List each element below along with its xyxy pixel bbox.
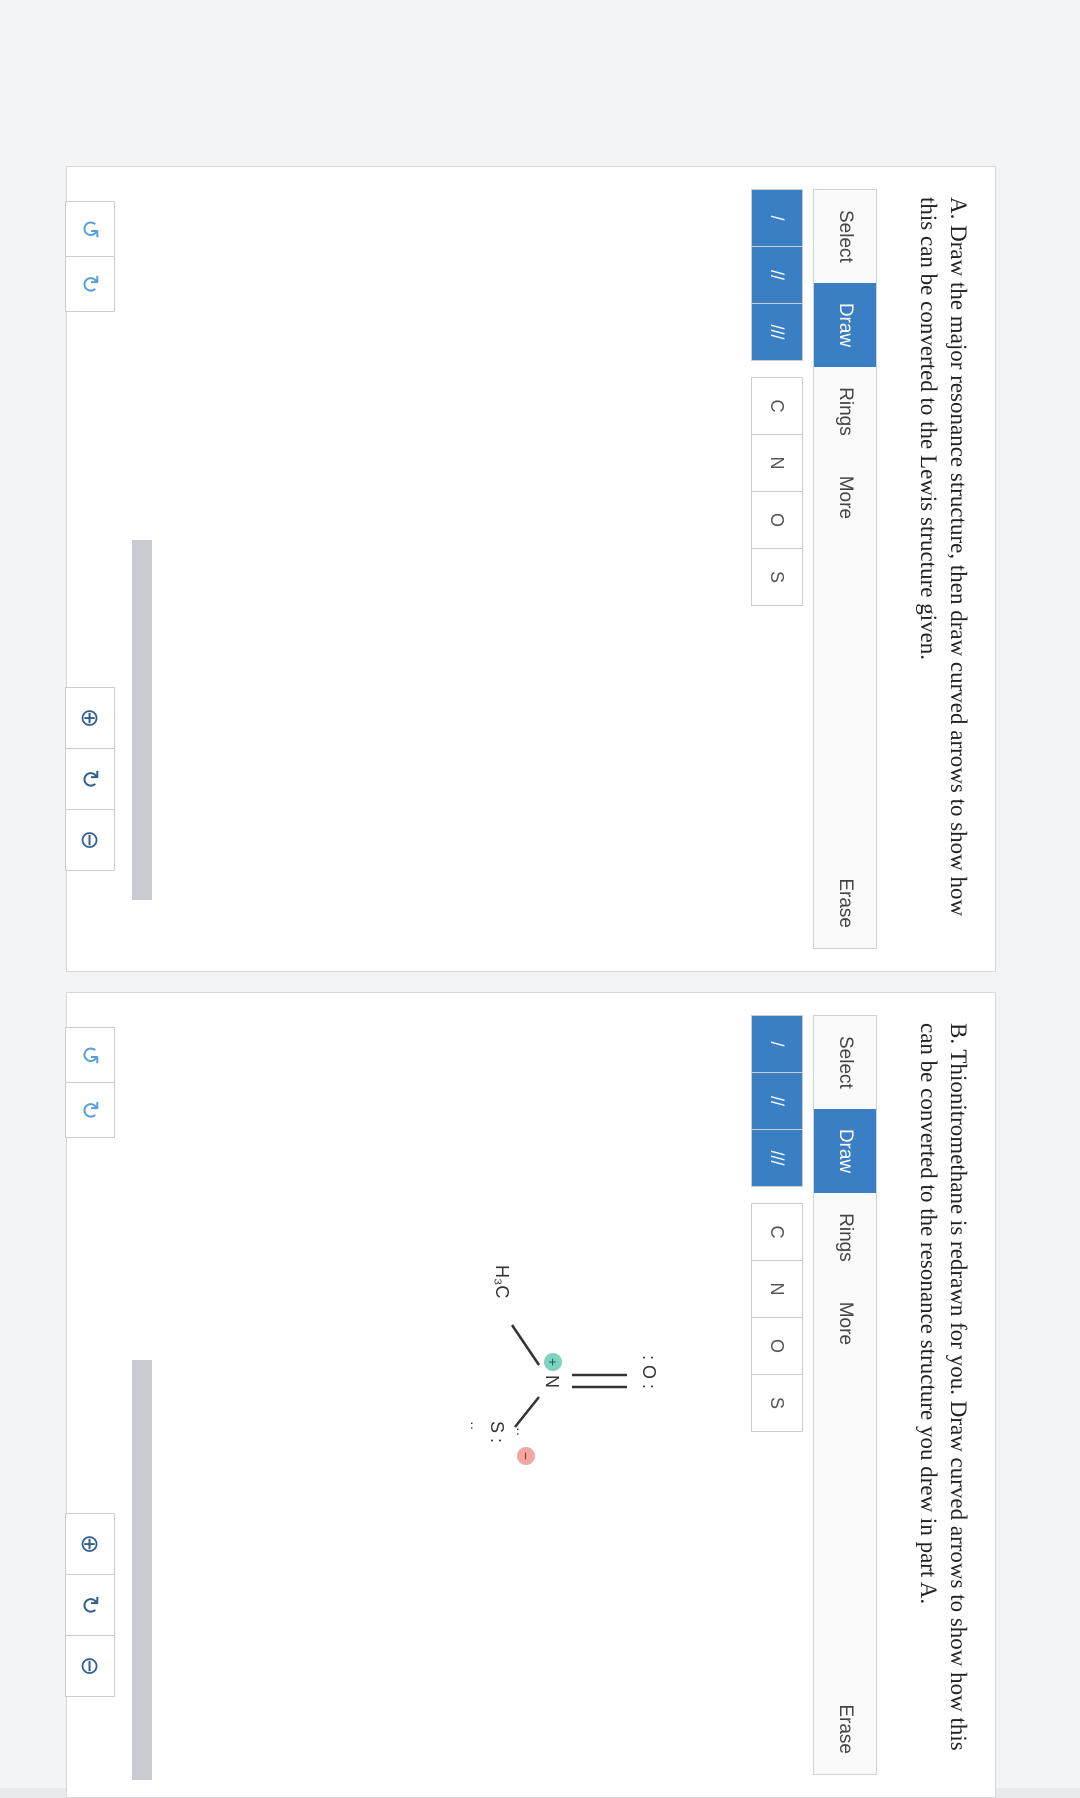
tab-rings[interactable]: Rings (814, 1193, 876, 1282)
atom-c-button[interactable]: C (751, 377, 803, 435)
methyl-group[interactable]: H₃C (491, 1265, 512, 1298)
atom-o-button[interactable]: O (751, 491, 803, 549)
tab-more[interactable]: More (814, 1282, 876, 1365)
positive-charge-badge: + (544, 1353, 562, 1371)
atom-n-button[interactable]: N (751, 1260, 803, 1318)
triple-bond-button[interactable]: /// (751, 1129, 803, 1187)
zoom-in-icon[interactable]: ⊕ (65, 1513, 115, 1575)
zoom-group-b: ⊕ ↻ ⊖ (65, 1513, 115, 1697)
question-b-text: B. Thionitromethane is redrawn for you. … (916, 1023, 971, 1751)
n-ch3-bond (510, 1324, 541, 1366)
thionitromethane-structure[interactable]: : O : + N H₃C ·· − S : ·· (357, 1165, 717, 1465)
atom-button-group: C N O S (749, 377, 803, 606)
atom-button-group: C N O S (749, 1203, 803, 1432)
sulfur-lone-pair-bottom: ·· (465, 1421, 481, 1431)
horizontal-scrollbar-b[interactable] (132, 1360, 152, 1780)
bond-button-group: / // /// (749, 189, 803, 361)
zoom-reset-icon[interactable]: ↻ (65, 748, 115, 810)
toolbar-b: Select Draw Rings More Erase (813, 1015, 877, 1775)
undo-redo-group-a: ↺ ↻ (65, 201, 115, 312)
tab-select[interactable]: Select (814, 190, 876, 283)
single-bond-button[interactable]: / (751, 1015, 803, 1073)
tab-draw[interactable]: Draw (814, 282, 876, 368)
triple-bond-button[interactable]: /// (751, 303, 803, 361)
bond-button-group: / // /// (749, 1015, 803, 1187)
bond-lines (510, 1324, 627, 1428)
tab-rings[interactable]: Rings (814, 367, 876, 456)
zoom-in-icon[interactable]: ⊕ (65, 687, 115, 749)
horizontal-scrollbar-a[interactable] (132, 540, 152, 900)
atom-o-button[interactable]: O (751, 1317, 803, 1375)
drawing-canvas-b[interactable]: : O : + N H₃C ·· − S : ·· (87, 1015, 737, 1775)
redo-icon[interactable]: ↻ (65, 256, 115, 312)
double-bond-button[interactable]: // (751, 246, 803, 304)
zoom-reset-icon[interactable]: ↻ (65, 1574, 115, 1636)
nitrogen-atom[interactable]: N (541, 1375, 562, 1388)
atom-c-button[interactable]: C (751, 1203, 803, 1261)
sulfur-atom[interactable]: S : (486, 1421, 507, 1443)
drawing-canvas-a[interactable] (87, 189, 737, 949)
undo-icon[interactable]: ↺ (65, 1027, 115, 1083)
undo-icon[interactable]: ↺ (65, 201, 115, 257)
toolbar-a: Select Draw Rings More Erase (813, 189, 877, 949)
zoom-out-icon[interactable]: ⊖ (65, 1635, 115, 1697)
undo-redo-group-b: ↺ ↻ (65, 1027, 115, 1138)
redo-icon[interactable]: ↻ (65, 1082, 115, 1138)
panel-b: B. Thionitromethane is redrawn for you. … (65, 992, 996, 1798)
tab-draw[interactable]: Draw (814, 1108, 876, 1194)
panel-a: A. Draw the major resonance structure, t… (65, 166, 996, 972)
erase-button[interactable]: Erase (814, 858, 876, 948)
atom-s-button[interactable]: S (751, 1374, 803, 1432)
double-bond-button[interactable]: // (751, 1072, 803, 1130)
zoom-group-a: ⊕ ↻ ⊖ (65, 687, 115, 871)
zoom-out-icon[interactable]: ⊖ (65, 809, 115, 871)
question-a-text: A. Draw the major resonance structure, t… (916, 197, 971, 917)
negative-charge-badge: − (517, 1447, 535, 1465)
stage: A. Draw the major resonance structure, t… (0, 0, 1080, 1798)
tab-select[interactable]: Select (814, 1016, 876, 1109)
tab-more[interactable]: More (814, 456, 876, 539)
atom-n-button[interactable]: N (751, 434, 803, 492)
oxygen-atom[interactable]: : O : (638, 1355, 659, 1389)
erase-button[interactable]: Erase (814, 1684, 876, 1774)
single-bond-button[interactable]: / (751, 189, 803, 247)
sulfur-lone-pair-top: ·· (511, 1427, 527, 1437)
atom-s-button[interactable]: S (751, 548, 803, 606)
n-s-bond (514, 1396, 540, 1428)
